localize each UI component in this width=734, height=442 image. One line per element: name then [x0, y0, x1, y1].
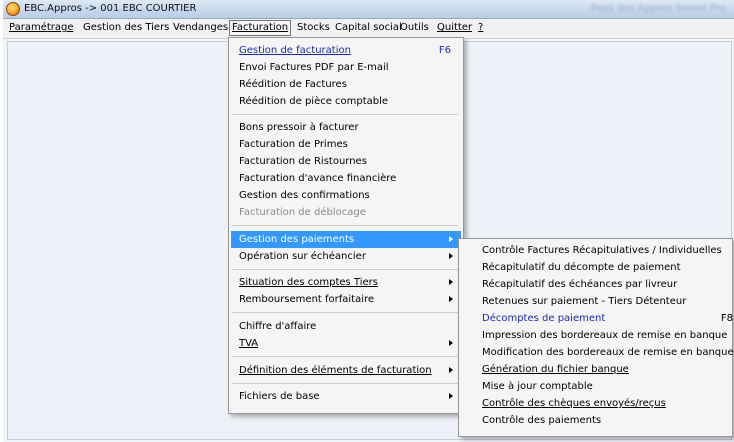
menuitem-facturation-deblocage: Facturation de déblocage	[239, 207, 366, 218]
menuitem-operation-echeancier[interactable]: Opération sur échéancier	[231, 248, 461, 265]
menuitem-retenues[interactable]: Retenues sur paiement - Tiers Détenteur	[461, 293, 734, 310]
menuitem-facturation-ristournes[interactable]: Facturation de Ristournes	[231, 153, 461, 170]
shortcut-f8: F8	[720, 313, 733, 324]
menuitem-controle-cheques-label: Contrôle des chèques envoyés/reçus	[482, 398, 666, 409]
menuitem-definition-elements[interactable]: Définition des éléments de facturation	[231, 362, 461, 379]
menuitem-chiffre-affaire[interactable]: Chiffre d'affaire	[231, 318, 461, 335]
menuitem-tva[interactable]: TVA	[231, 335, 461, 352]
menu-facturation-label: Facturation	[232, 22, 289, 33]
menuitem-reedition-factures[interactable]: Réédition de Factures	[231, 76, 461, 93]
menu-help[interactable]: ?	[476, 21, 485, 35]
triangle-right-icon	[449, 393, 453, 399]
menuitem-gestion-paiements-label: Gestion des paiements	[239, 234, 355, 245]
menu-vendanges[interactable]: Vendanges	[171, 21, 230, 35]
menu-parametrage[interactable]: Paramétrage	[7, 21, 76, 35]
menu-facturation[interactable]: Facturation	[229, 20, 292, 36]
menu-help-label: ?	[478, 22, 484, 33]
menu-separator	[232, 114, 458, 115]
menuitem-gestion-confirmations[interactable]: Gestion des confirmations	[231, 187, 461, 204]
menu-quitter[interactable]: Quitter	[435, 21, 474, 35]
menu-bar: Paramétrage Gestion des Tiers Vendanges …	[3, 19, 734, 39]
menuitem-fichiers-base[interactable]: Fichiers de base	[231, 388, 461, 405]
triangle-right-icon	[449, 236, 453, 242]
menuitem-gestion-paiements[interactable]: Gestion des paiements	[231, 231, 461, 248]
menu-separator	[232, 356, 458, 357]
menu-capital-social[interactable]: Capital social	[333, 21, 404, 35]
menuitem-mise-a-jour[interactable]: Mise à jour comptable	[461, 378, 734, 395]
menu-separator	[232, 383, 458, 384]
menuitem-controle-factures[interactable]: Contrôle Factures Récapitulatives / Indi…	[461, 242, 734, 259]
facturation-menu: Gestion de facturation F6 Envoi Factures…	[228, 37, 464, 414]
menuitem-impression-bordereaux[interactable]: Impression des bordereaux de remise en b…	[461, 327, 734, 344]
menu-quitter-label: Quitter	[437, 22, 473, 33]
triangle-right-icon	[449, 253, 453, 259]
menuitem-fichiers-base-label: Fichiers de base	[239, 391, 320, 402]
triangle-right-icon	[449, 296, 453, 302]
menuitem-bons-pressoir[interactable]: Bons pressoir à facturer	[231, 119, 461, 136]
menuitem-situation-comptes-label: Situation des comptes Tiers	[239, 277, 378, 288]
menuitem-remboursement-forfaitaire[interactable]: Remboursement forfaitaire	[231, 291, 461, 308]
menuitem-reedition-piece[interactable]: Réédition de pièce comptable	[231, 93, 461, 110]
menu-separator	[232, 269, 458, 270]
menuitem-operation-echeancier-label: Opération sur échéancier	[239, 251, 366, 262]
menuitem-facturation-primes[interactable]: Facturation de Primes	[231, 136, 461, 153]
menuitem-generation-fichier-label: Génération du fichier banque	[482, 364, 629, 375]
triangle-right-icon	[449, 367, 453, 373]
menuitem-situation-comptes[interactable]: Situation des comptes Tiers	[231, 274, 461, 291]
menu-stocks[interactable]: Stocks	[295, 21, 332, 35]
menuitem-controle-paiements[interactable]: Contrôle des paiements	[461, 412, 734, 429]
menuitem-controle-cheques[interactable]: Contrôle des chèques envoyés/reçus	[461, 395, 734, 412]
menuitem-decomptes-label: Décomptes de paiement	[482, 313, 606, 324]
gestion-paiements-submenu: Contrôle Factures Récapitulatives / Indi…	[458, 238, 734, 437]
menu-parametrage-label: Paramétrage	[9, 22, 74, 33]
menu-separator	[232, 312, 458, 313]
menuitem-recap-decompte[interactable]: Récapitulatif du décompte de paiement	[461, 259, 734, 276]
app-icon[interactable]	[6, 2, 20, 16]
triangle-right-icon	[449, 340, 453, 346]
window-title: EBC.Appros -> 001 EBC COURTIER	[24, 3, 197, 14]
menuitem-modification-bordereaux[interactable]: Modification des bordereaux de remise en…	[461, 344, 734, 361]
menuitem-decomptes[interactable]: Décomptes de paiement F8	[461, 310, 734, 327]
menu-gestion-tiers[interactable]: Gestion des Tiers	[81, 21, 171, 35]
title-bar: EBC.Appros -> 001 EBC COURTIER Pays des …	[3, 0, 734, 19]
menuitem-remboursement-forfaitaire-label: Remboursement forfaitaire	[239, 294, 375, 305]
shortcut-f6: F6	[438, 45, 451, 56]
menuitem-definition-elements-label: Définition des éléments de facturation	[239, 365, 432, 376]
window-title-right: Pays des Appros Soviet Pro	[590, 3, 726, 14]
menu-separator	[232, 225, 458, 226]
menuitem-gestion-facturation-label: Gestion de facturation	[239, 45, 351, 56]
menu-outils[interactable]: Outils	[398, 21, 431, 35]
menuitem-tva-label: TVA	[239, 338, 259, 349]
menuitem-recap-echeances[interactable]: Récapitulatif des échéances par livreur	[461, 276, 734, 293]
menuitem-generation-fichier[interactable]: Génération du fichier banque	[461, 361, 734, 378]
menuitem-envoi-factures[interactable]: Envoi Factures PDF par E-mail	[231, 59, 461, 76]
menuitem-gestion-facturation[interactable]: Gestion de facturation F6	[231, 42, 461, 59]
menuitem-facturation-avance[interactable]: Facturation d'avance financière	[231, 170, 461, 187]
triangle-right-icon	[449, 279, 453, 285]
